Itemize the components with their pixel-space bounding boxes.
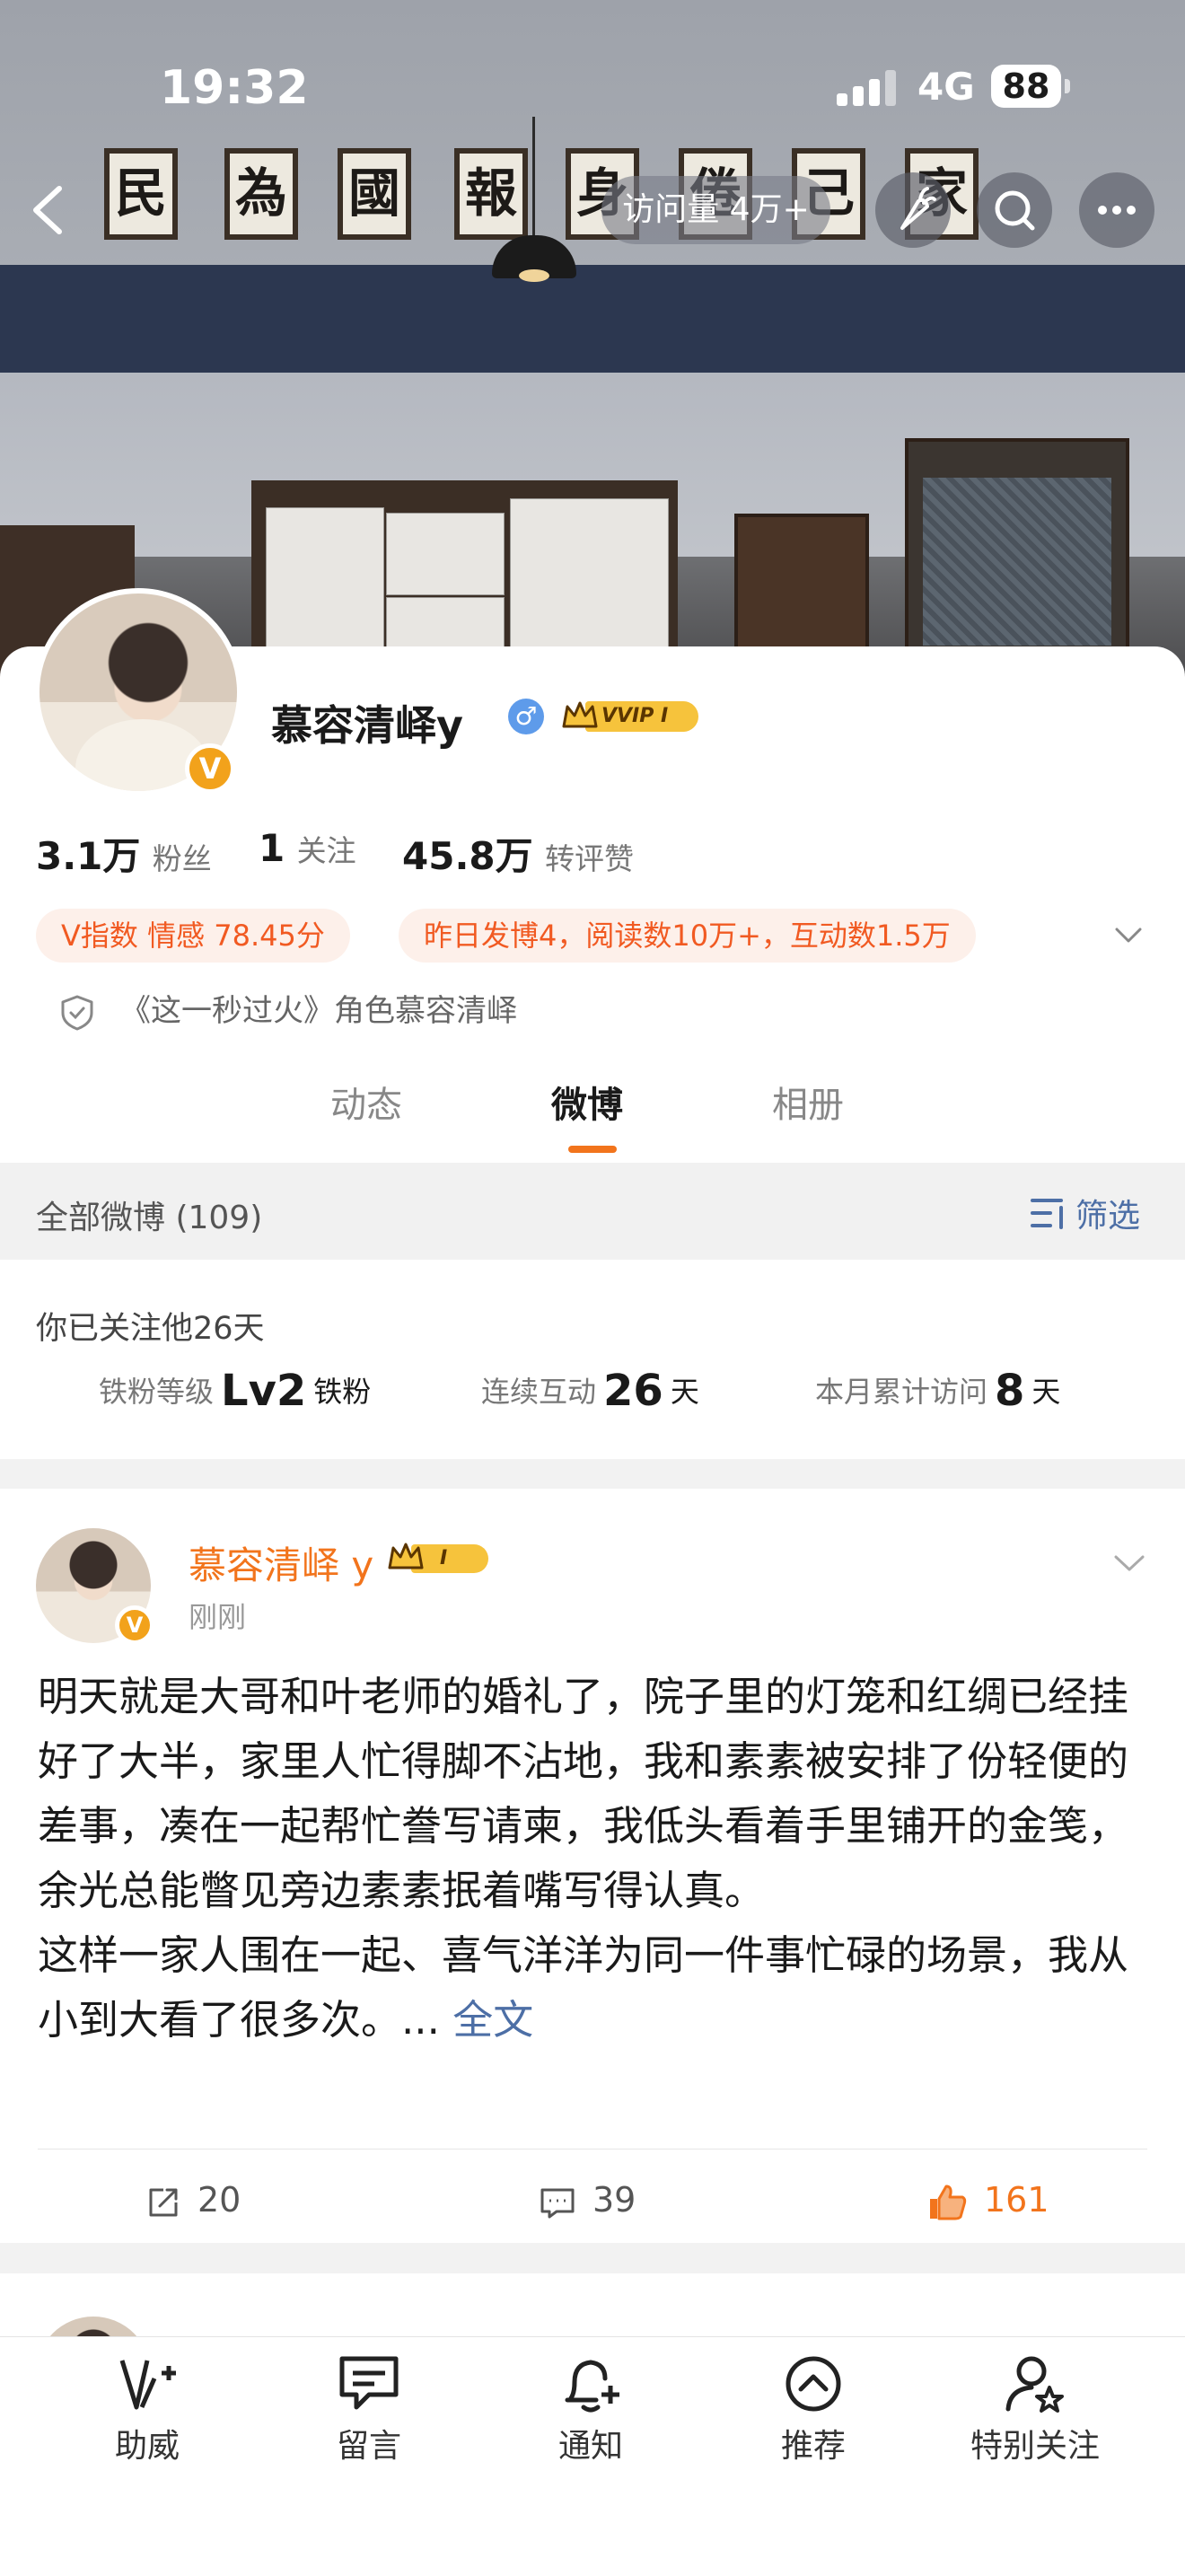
fan-level-label: 铁粉等级 <box>99 1375 215 1409</box>
monthly-visits: 本月累计访问 8 天 <box>815 1366 1060 1416</box>
tab-notify-label: 通知 <box>557 2428 623 2465</box>
following-label: 关注 <box>296 833 356 868</box>
male-icon: ♂ <box>508 699 544 734</box>
back-arrow-icon <box>33 186 62 234</box>
monthly-value: 8 <box>995 1366 1025 1416</box>
comment-icon <box>540 2188 575 2218</box>
continuous-label: 连续互动 <box>481 1375 597 1409</box>
blueprint-sheet <box>510 498 669 671</box>
comment-button[interactable]: 39 <box>539 2180 636 2220</box>
monthly-unit: 天 <box>1031 1375 1061 1409</box>
search-button[interactable] <box>977 172 1052 248</box>
search-icon <box>995 190 1035 231</box>
more-button[interactable] <box>1079 172 1154 248</box>
weibo-post: V 慕容清峄 y I 刚刚 明天就是大哥和叶老师的婚礼了，院子里的灯笼和红绸已经… <box>0 1489 1185 2243</box>
tab-special-follow-label: 特别关注 <box>970 2428 1100 2465</box>
repost-icon <box>149 2188 178 2216</box>
filter-button[interactable]: 筛选 <box>1075 1190 1140 1236</box>
fan-level: 铁粉等级 Lv2 铁粉 <box>99 1366 371 1416</box>
repost-count: 20 <box>198 2180 241 2220</box>
battery-cap <box>1065 79 1070 93</box>
bottom-tab-bar: 助威 留言 通知 推荐 特别关注 <box>0 2336 1185 2576</box>
crown-icon <box>388 1543 424 1569</box>
fan-level-value: Lv2 <box>221 1366 307 1416</box>
more-dots-icon <box>1098 206 1136 215</box>
tab-cheer[interactable]: 助威 <box>57 2352 237 2466</box>
follow-duration: 你已关注他26天 <box>36 1311 265 1347</box>
profile-username: 慕容清峄y <box>271 701 463 750</box>
fan-card[interactable]: 你已关注他26天 铁粉等级 Lv2 铁粉 连续互动 26 天 本月累计访问 8 天 <box>0 1260 1185 1459</box>
tab-dynamics[interactable]: 动态 <box>330 1076 402 1128</box>
shield-icon <box>61 995 93 1030</box>
all-weibo-count[interactable]: 全部微博 (109) <box>36 1191 262 1238</box>
profile-tabs: 动态 微博 相册 <box>0 1059 1185 1158</box>
signal-icon <box>837 68 900 106</box>
visit-count-badge: 访问量 4万+ <box>601 176 830 244</box>
like-button[interactable]: 161 <box>926 2180 1049 2222</box>
followers-count: 3.1万 <box>36 834 141 878</box>
tab-message[interactable]: 留言 <box>279 2352 459 2466</box>
network-type: 4G <box>917 65 975 109</box>
profile-tag-text: 《这一秒过火》角色慕容清峄 <box>120 993 517 1029</box>
back-button[interactable] <box>25 181 72 239</box>
following-count: 1 <box>259 826 285 870</box>
post-divider <box>38 2149 1147 2150</box>
crown-icon <box>562 701 598 728</box>
continuous-value: 26 <box>603 1366 663 1416</box>
fortune-button[interactable] <box>875 172 951 248</box>
full-text-link[interactable]: 全文 <box>452 1996 533 2044</box>
repost-button[interactable]: 20 <box>145 2180 241 2220</box>
post-time: 刚刚 <box>189 1600 247 1634</box>
v-index-chip[interactable]: V指数 情感 78.45分 <box>36 909 350 963</box>
followers-stat[interactable]: 3.1万 粉丝 <box>36 826 212 881</box>
continuous-unit: 天 <box>670 1375 699 1409</box>
filter-bar: 全部微博 (109) 筛选 <box>0 1163 1185 1260</box>
cheer-v-icon <box>119 2360 176 2410</box>
post-vip-badge: I <box>386 1537 492 1577</box>
carrot-icon <box>900 187 936 230</box>
like-count: 161 <box>984 2180 1049 2220</box>
tab-special-follow[interactable]: 特别关注 <box>945 2352 1125 2466</box>
filter-icon <box>1031 1199 1063 1229</box>
followers-label: 粉丝 <box>152 841 212 876</box>
interactions-label: 转评赞 <box>545 841 634 876</box>
tab-recommend[interactable]: 推荐 <box>724 2352 903 2466</box>
battery-icon: 88 <box>991 65 1061 108</box>
recommend-icon <box>786 2356 841 2412</box>
daily-stats-chip[interactable]: 昨日发博4，阅读数10万+，互动数1.5万 <box>399 909 976 963</box>
cover-wall-band <box>0 265 1185 373</box>
post-body: 明天就是大哥和叶老师的婚礼了，院子里的灯笼和红绸已经挂好了大半，家里人忙得脚不沾… <box>38 1665 1151 2053</box>
vvip-label: VVIP I <box>585 701 698 732</box>
tab-cheer-label: 助威 <box>114 2428 180 2465</box>
tab-weibo[interactable]: 微博 <box>551 1076 623 1128</box>
monthly-label: 本月累计访问 <box>815 1375 988 1409</box>
tab-message-label: 留言 <box>336 2428 401 2465</box>
chevron-down-icon[interactable] <box>1113 920 1144 951</box>
status-bar: 19:32 4G 88 <box>0 0 1185 171</box>
chevron-down-icon[interactable] <box>1113 1550 1146 1577</box>
tab-recommend-label: 推荐 <box>780 2428 846 2465</box>
active-tab-indicator <box>568 1146 617 1153</box>
post-author[interactable]: 慕容清峄 y <box>189 1535 373 1590</box>
blueprint-sheet <box>386 513 505 595</box>
tab-notify[interactable]: 通知 <box>501 2352 680 2466</box>
user-star-icon <box>1005 2356 1064 2413</box>
tab-album[interactable]: 相册 <box>772 1076 844 1128</box>
status-time: 19:32 <box>160 61 309 115</box>
lamp-glow <box>519 269 549 282</box>
message-icon <box>339 2356 399 2410</box>
post-verified-badge: V <box>115 1605 154 1645</box>
interactions-stat[interactable]: 45.8万 转评赞 <box>402 826 634 881</box>
interactions-count: 45.8万 <box>402 834 533 878</box>
continuous-interaction: 连续互动 26 天 <box>481 1366 699 1416</box>
comment-count: 39 <box>592 2180 636 2220</box>
vvip-badge[interactable]: VVIP I <box>560 696 704 735</box>
thumbs-up-icon <box>930 2185 967 2220</box>
bell-plus-icon <box>565 2360 619 2413</box>
profile-tag: 《这一秒过火》角色慕容清峄 <box>57 986 517 1033</box>
post-text: 明天就是大哥和叶老师的婚礼了，院子里的灯笼和红绸已经挂好了大半，家里人忙得脚不沾… <box>38 1673 1129 2044</box>
fan-level-unit: 铁粉 <box>313 1375 372 1409</box>
verified-badge: V <box>185 743 235 794</box>
following-stat[interactable]: 1 关注 <box>259 826 356 870</box>
